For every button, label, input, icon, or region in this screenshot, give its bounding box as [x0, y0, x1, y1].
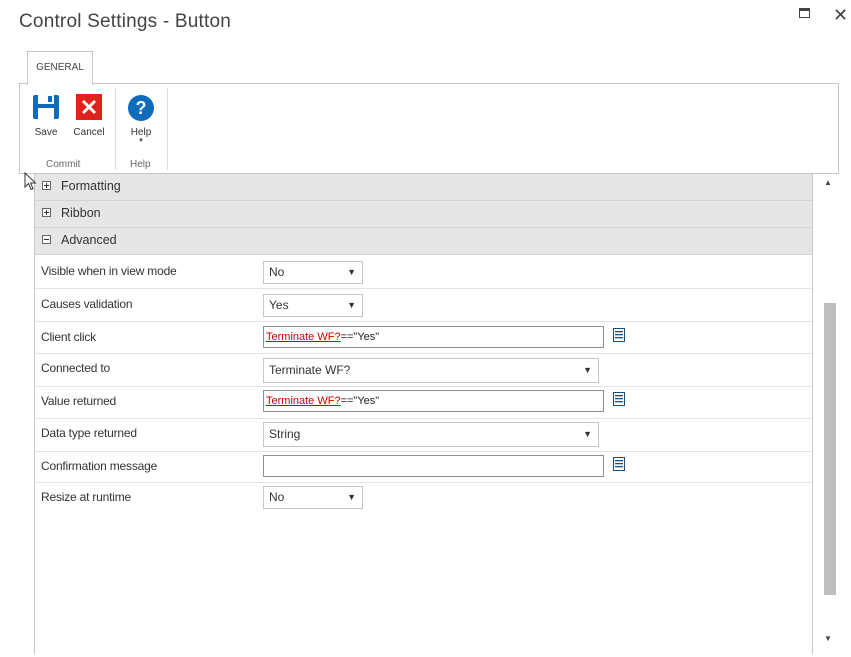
scroll-up-arrow-icon[interactable]: ▲ [824, 178, 832, 187]
reference-token[interactable]: Terminate WF? [266, 395, 341, 407]
save-label: Save [34, 127, 58, 138]
group-separator [167, 88, 168, 170]
expand-icon [42, 208, 51, 217]
field-label: Causes validation [41, 297, 133, 311]
mouse-cursor-icon [24, 172, 37, 191]
section-label: Ribbon [61, 206, 101, 220]
dropdown-arrow-icon: ▼ [347, 492, 356, 502]
row-data-type-returned: Data type returned String ▼ [35, 419, 812, 452]
scrollbar-thumb[interactable] [824, 303, 836, 595]
properties-panel: Formatting Ribbon Advanced Visible when … [34, 174, 813, 654]
row-resize-at-runtime: Resize at runtime No ▼ [35, 483, 812, 516]
section-label: Formatting [61, 179, 121, 193]
select-value: Terminate WF? [269, 363, 351, 377]
connected-to-select[interactable]: Terminate WF? ▼ [263, 358, 599, 383]
formula-builder-icon[interactable] [613, 457, 625, 471]
help-dropdown-arrow-icon: ▼ [138, 138, 144, 144]
row-value-returned: Value returned Terminate WF?=="Yes" [35, 387, 812, 419]
row-causes-validation: Causes validation Yes ▼ [35, 289, 812, 322]
client-click-input[interactable]: Terminate WF?=="Yes" [263, 326, 604, 348]
save-button[interactable]: Save [26, 94, 66, 138]
row-visible-in-view-mode: Visible when in view mode No ▼ [35, 255, 812, 289]
formula-builder-icon[interactable] [613, 328, 625, 342]
save-icon [33, 95, 59, 119]
expression-text: =="Yes" [340, 331, 380, 343]
section-ribbon[interactable]: Ribbon [35, 201, 812, 228]
help-button[interactable]: ? Help ▼ [121, 94, 161, 144]
scroll-down-arrow-icon[interactable]: ▼ [824, 634, 832, 643]
field-label: Data type returned [41, 426, 137, 440]
cancel-icon [76, 94, 102, 120]
cancel-button[interactable]: Cancel [69, 94, 109, 138]
cancel-label: Cancel [73, 127, 105, 138]
causes-validation-select[interactable]: Yes ▼ [263, 294, 363, 317]
group-label-help: Help [130, 159, 151, 170]
field-label: Value returned [41, 394, 117, 408]
svg-text:?: ? [136, 98, 147, 118]
field-label: Connected to [41, 361, 110, 375]
data-type-returned-select[interactable]: String ▼ [263, 422, 599, 447]
section-label: Advanced [61, 233, 117, 247]
field-label: Resize at runtime [41, 490, 131, 504]
group-separator [115, 88, 116, 170]
close-icon[interactable]: ✕ [833, 5, 848, 26]
dropdown-arrow-icon: ▼ [583, 429, 592, 439]
confirmation-message-input[interactable] [263, 455, 604, 477]
section-formatting[interactable]: Formatting [35, 174, 812, 201]
field-label: Confirmation message [41, 459, 158, 473]
dropdown-arrow-icon: ▼ [347, 300, 356, 310]
select-value: No [269, 490, 285, 504]
dropdown-arrow-icon: ▼ [347, 267, 356, 277]
expand-icon [42, 181, 51, 190]
ribbon: Save Cancel ? Help ▼ Commit Help [19, 83, 839, 174]
expression-text: =="Yes" [340, 395, 380, 407]
value-returned-input[interactable]: Terminate WF?=="Yes" [263, 390, 604, 412]
row-confirmation-message: Confirmation message [35, 452, 812, 483]
help-label: Help [130, 127, 152, 138]
field-label: Visible when in view mode [41, 264, 177, 278]
maximize-icon[interactable] [799, 8, 810, 18]
formula-builder-icon[interactable] [613, 392, 625, 406]
group-label-commit: Commit [46, 159, 81, 170]
resize-at-runtime-select[interactable]: No ▼ [263, 486, 363, 509]
row-connected-to: Connected to Terminate WF? ▼ [35, 354, 812, 387]
visible-in-view-mode-select[interactable]: No ▼ [263, 261, 363, 284]
dropdown-arrow-icon: ▼ [583, 365, 592, 375]
help-icon: ? [128, 95, 154, 121]
section-advanced[interactable]: Advanced [35, 228, 812, 255]
reference-token[interactable]: Terminate WF? [266, 331, 341, 343]
collapse-icon [42, 235, 51, 244]
dialog-title: Control Settings - Button [19, 11, 231, 32]
tab-general[interactable]: GENERAL [27, 51, 93, 85]
field-label: Client click [41, 330, 96, 344]
select-value: Yes [269, 298, 289, 312]
select-value: No [269, 265, 285, 279]
row-client-click: Client click Terminate WF?=="Yes" [35, 322, 812, 354]
select-value: String [269, 427, 301, 441]
